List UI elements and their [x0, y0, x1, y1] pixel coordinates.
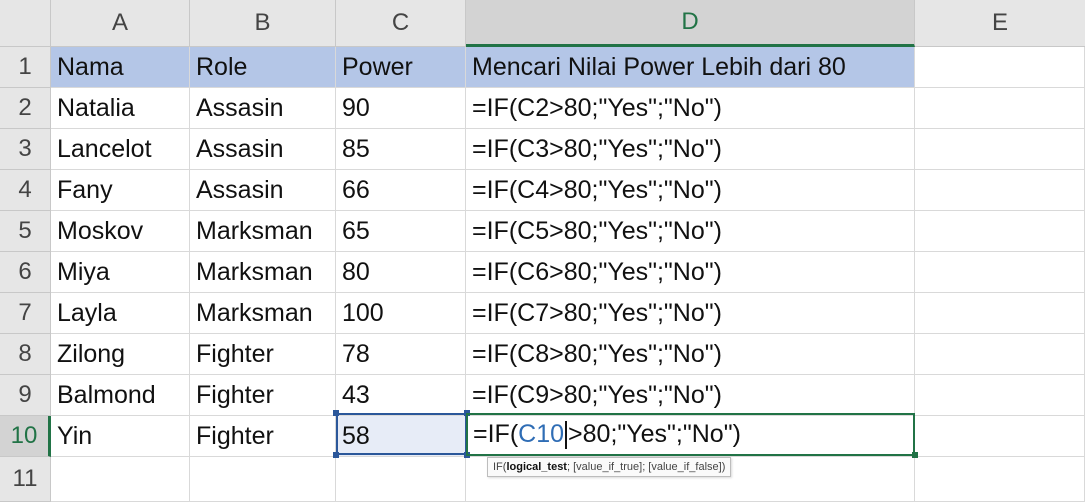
- fill-handle[interactable]: [912, 452, 918, 458]
- cell-b6[interactable]: Marksman: [190, 252, 336, 293]
- cell-b7[interactable]: Marksman: [190, 293, 336, 334]
- cell-b3[interactable]: Assasin: [190, 129, 336, 170]
- cell-a7[interactable]: Layla: [51, 293, 190, 334]
- tooltip-function-name[interactable]: IF(: [493, 461, 506, 473]
- reference-handle-bottom-left[interactable]: [333, 452, 339, 458]
- cell-c7[interactable]: 100: [336, 293, 466, 334]
- active-cell-editor-d10[interactable]: =IF(C10 >80;"Yes";"No"): [466, 414, 915, 455]
- row-header-6[interactable]: 6: [0, 252, 51, 293]
- cell-b11[interactable]: [190, 457, 336, 502]
- cell-c2[interactable]: 90: [336, 88, 466, 129]
- row-header-7[interactable]: 7: [0, 293, 51, 334]
- formula-reference: C10: [518, 420, 565, 448]
- cell-d8[interactable]: =IF(C8>80;"Yes";"No"): [466, 334, 915, 375]
- cell-d7[interactable]: =IF(C7>80;"Yes";"No"): [466, 293, 915, 334]
- cell-a1[interactable]: Nama: [51, 47, 190, 88]
- row-header-2[interactable]: 2: [0, 88, 51, 129]
- cell-a3[interactable]: Lancelot: [51, 129, 190, 170]
- cell-c3[interactable]: 85: [336, 129, 466, 170]
- tooltip-current-argument[interactable]: logical_test: [506, 461, 567, 473]
- formula-prefix: =IF(: [473, 420, 519, 448]
- row-header-4[interactable]: 4: [0, 170, 51, 211]
- cell-b5[interactable]: Marksman: [190, 211, 336, 252]
- cell-c11[interactable]: [336, 457, 466, 502]
- row-header-10[interactable]: 10: [0, 416, 51, 457]
- formula-suffix: >80;"Yes";"No"): [568, 420, 741, 448]
- cell-e7[interactable]: [915, 293, 1085, 334]
- text-caret: [565, 420, 568, 449]
- cell-a9[interactable]: Balmond: [51, 375, 190, 416]
- cell-e6[interactable]: [915, 252, 1085, 293]
- cell-e1[interactable]: [915, 47, 1085, 88]
- cell-d3[interactable]: =IF(C3>80;"Yes";"No"): [466, 129, 915, 170]
- cell-e2[interactable]: [915, 88, 1085, 129]
- cell-e10[interactable]: [915, 416, 1085, 457]
- cell-b8[interactable]: Fighter: [190, 334, 336, 375]
- cell-d4[interactable]: =IF(C4>80;"Yes";"No"): [466, 170, 915, 211]
- column-header-e[interactable]: E: [915, 0, 1085, 47]
- column-header-a[interactable]: A: [51, 0, 190, 47]
- cell-a6[interactable]: Miya: [51, 252, 190, 293]
- cell-c9[interactable]: 43: [336, 375, 466, 416]
- cell-c5[interactable]: 65: [336, 211, 466, 252]
- cell-c1[interactable]: Power: [336, 47, 466, 88]
- cell-d5[interactable]: =IF(C5>80;"Yes";"No"): [466, 211, 915, 252]
- select-all-corner[interactable]: [0, 0, 51, 47]
- cell-b2[interactable]: Assasin: [190, 88, 336, 129]
- cell-e5[interactable]: [915, 211, 1085, 252]
- cell-d1[interactable]: Mencari Nilai Power Lebih dari 80: [466, 47, 915, 88]
- cell-c10[interactable]: 58: [336, 416, 466, 457]
- cell-e9[interactable]: [915, 375, 1085, 416]
- column-header-b[interactable]: B: [190, 0, 336, 47]
- cell-c4[interactable]: 66: [336, 170, 466, 211]
- cell-a4[interactable]: Fany: [51, 170, 190, 211]
- row-header-9[interactable]: 9: [0, 375, 51, 416]
- cell-d6[interactable]: =IF(C6>80;"Yes";"No"): [466, 252, 915, 293]
- column-header-d[interactable]: D: [466, 0, 915, 47]
- cell-a8[interactable]: Zilong: [51, 334, 190, 375]
- cell-c6[interactable]: 80: [336, 252, 466, 293]
- cell-a5[interactable]: Moskov: [51, 211, 190, 252]
- cell-a11[interactable]: [51, 457, 190, 502]
- row-header-1[interactable]: 1: [0, 47, 51, 88]
- row-header-5[interactable]: 5: [0, 211, 51, 252]
- column-header-c[interactable]: C: [336, 0, 466, 47]
- cell-c8[interactable]: 78: [336, 334, 466, 375]
- tooltip-remaining-arguments: ; [value_if_true]; [value_if_false]): [566, 461, 726, 473]
- reference-handle-top-left[interactable]: [333, 410, 339, 416]
- cell-a10[interactable]: Yin: [51, 416, 190, 457]
- cell-e3[interactable]: [915, 129, 1085, 170]
- cell-a2[interactable]: Natalia: [51, 88, 190, 129]
- cell-b10[interactable]: Fighter: [190, 416, 336, 457]
- function-argument-tooltip[interactable]: IF(logical_test; [value_if_true]; [value…: [487, 457, 732, 477]
- cell-e8[interactable]: [915, 334, 1085, 375]
- row-header-11[interactable]: 11: [0, 457, 51, 502]
- cell-d9[interactable]: =IF(C9>80;"Yes";"No"): [466, 375, 915, 416]
- row-header-8[interactable]: 8: [0, 334, 51, 375]
- row-header-3[interactable]: 3: [0, 129, 51, 170]
- cell-b1[interactable]: Role: [190, 47, 336, 88]
- cell-b4[interactable]: Assasin: [190, 170, 336, 211]
- cell-e4[interactable]: [915, 170, 1085, 211]
- cell-b9[interactable]: Fighter: [190, 375, 336, 416]
- spreadsheet-grid: A B C D E 1 2 3 4 5 6 7 8 9 10 11 Nama R…: [0, 0, 1085, 502]
- cell-d2[interactable]: =IF(C2>80;"Yes";"No"): [466, 88, 915, 129]
- cell-e11[interactable]: [915, 457, 1085, 502]
